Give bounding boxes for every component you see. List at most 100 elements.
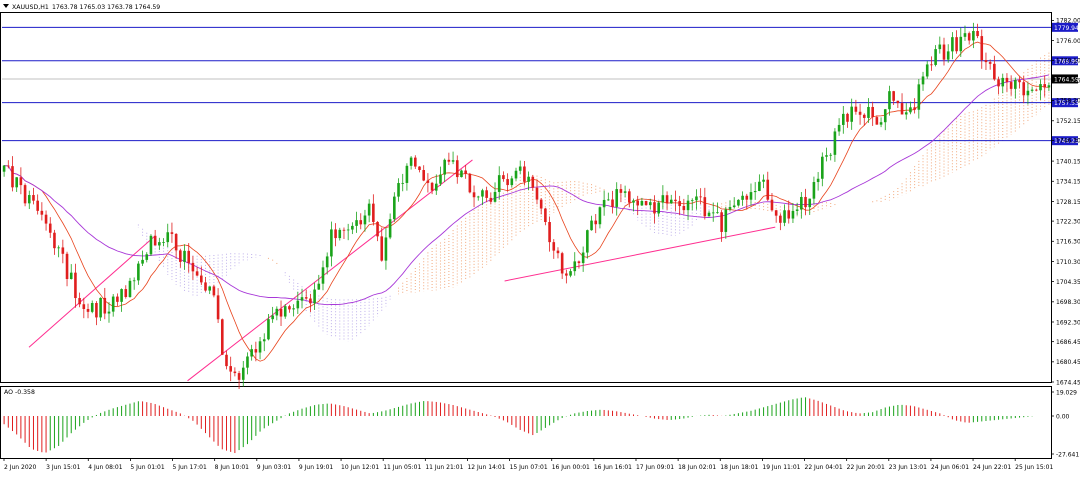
time-tick-label: 24 Jun 22:01 [973,464,1011,471]
candle-body [439,174,442,184]
candle-body [632,200,635,203]
candle-body [137,263,140,281]
candle-body [674,199,677,202]
candle-body [338,229,342,239]
candle-body [707,212,711,217]
time-axis: 2 Jun 2020 3 Jun 15:01 4 Jun 08:01 5 Jun 01… [3,458,1053,471]
candle-body [695,196,698,201]
candle-body [1030,89,1034,91]
candle-body [145,254,149,260]
candle-body [229,366,232,372]
candle-body [204,282,207,291]
trendline-2[interactable] [504,226,776,282]
time-tick-label: 11 Jun 05:01 [383,464,421,471]
time-tick-label: 16 Jun 00:01 [552,464,590,471]
candle-body [808,198,812,208]
candle-body [900,103,904,115]
candle-body [972,31,975,41]
candle-body [703,197,707,217]
chart-window[interactable]: 1779.94 1769.99 1757.53 1746.23 1782.00 1776… [0,0,1080,474]
candle-body [183,250,186,262]
candle-body [774,210,778,216]
candle-body [565,273,568,276]
candle-body [1039,84,1042,91]
candle-body [32,195,35,201]
candle-body [837,124,841,132]
trendline-1[interactable] [187,159,473,382]
candle-body [930,64,933,66]
candle-body [409,157,413,166]
candle-body [766,179,770,200]
candle-body [825,155,828,157]
candle-body [728,207,732,210]
candle-body [99,297,102,318]
candle-body [812,182,816,199]
candle-body [770,199,774,211]
candle-body [200,275,203,283]
chart-canvas[interactable]: 1779.941769.991757.531746.23 1782.00 1776… [0,0,1080,474]
candle-body [497,175,501,192]
candle-body [883,109,887,123]
moving-averages [4,41,1049,362]
candle-body [623,191,627,193]
candle-body [111,296,115,312]
candle-body [321,267,325,284]
candle-body [363,215,367,225]
candle-body [879,122,883,125]
time-tick-label: 18 Jun 02:01 [678,464,716,471]
horizontal-levels[interactable]: 1779.941769.991757.531746.23 [2,22,1079,146]
candle-body [657,202,660,214]
trendline-0[interactable] [28,235,156,348]
candle-body [967,33,971,41]
time-tick-label: 25 Jun 15:01 [1015,464,1053,471]
candle-body [816,178,820,183]
dropdown-triangle-icon[interactable] [3,4,9,8]
price-tick-label: 1692.30 [1056,319,1080,326]
time-tick-label: 9 Jun 03:01 [257,464,291,471]
candle-body [506,179,509,186]
candle-body [896,100,900,104]
candle-body [254,349,258,353]
candle-body [535,187,539,200]
time-tick-label: 2 Jun 2020 [4,464,36,471]
candle-body [279,308,283,317]
ma-fast-line [4,41,1049,362]
candle-body [514,170,518,179]
candle-body [128,280,132,297]
candle-body [220,319,224,355]
candle-body [246,356,249,368]
candle-body [405,165,409,183]
candle-body [862,114,866,118]
trendlines[interactable] [28,159,776,382]
candle-body [78,298,81,305]
candle-body [758,181,761,192]
ao-header: AO -0.358 [4,389,35,396]
candle-body [993,63,996,80]
ichimoku-cloud [137,52,1050,342]
candle-body [653,202,656,214]
candle-body [300,297,304,301]
candle-body [334,229,337,239]
candle-body [57,247,60,249]
candle-body [283,306,287,317]
candle-body [422,170,425,181]
candle-body [36,200,39,211]
candle-body [1043,84,1047,88]
candle-body [481,190,484,197]
candle-body [237,373,241,380]
candle-body [388,219,392,238]
candle-body [955,37,958,52]
candle-body [917,84,921,110]
ao-tick-label: -27.641 [1056,451,1079,458]
time-tick-label: 22 Jun 20:01 [847,464,885,471]
candle-body [829,154,833,156]
candle-body [833,131,837,155]
candle-body [418,166,421,171]
candle-body [372,203,375,222]
candle-body [724,209,728,232]
candle-body [44,214,48,224]
current-price-label: 1764.59 [1054,76,1079,83]
price-tick-label: 1752.15 [1056,118,1080,125]
candle-body [434,183,438,191]
price-tick-label: 1698.30 [1056,299,1080,306]
